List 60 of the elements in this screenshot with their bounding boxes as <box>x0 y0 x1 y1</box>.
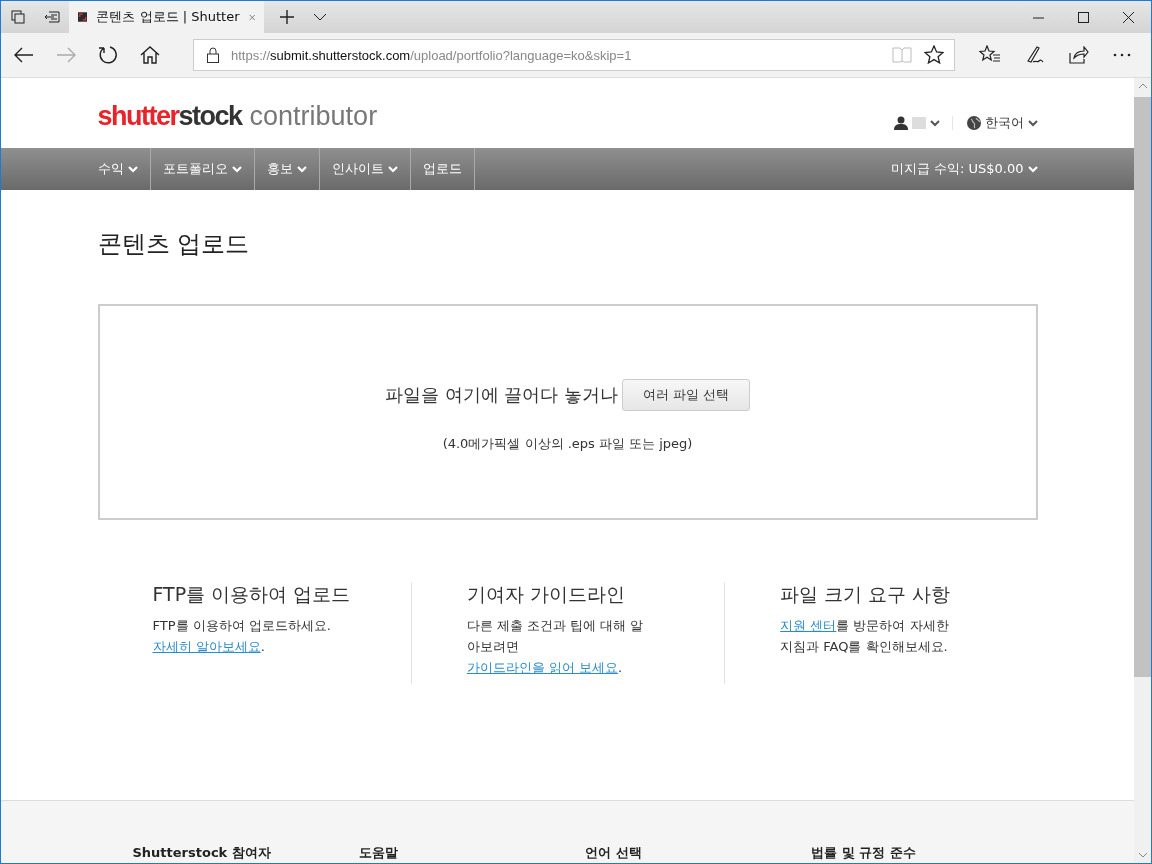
scroll-down-icon[interactable] <box>1137 852 1148 858</box>
site-favicon-icon <box>78 9 88 25</box>
info-title: 파일 크기 요구 사항 <box>780 582 952 607</box>
chevron-down-icon <box>231 165 242 173</box>
lock-icon <box>207 47 219 63</box>
nav-menu-item[interactable]: 인사이트 <box>319 148 411 190</box>
drop-prompt: 파일을 여기에 끌어다 놓거나 <box>384 383 618 407</box>
footer-heading: 도움말 <box>358 844 399 862</box>
user-icon <box>893 116 908 130</box>
chevron-down-icon <box>127 165 138 173</box>
nav-menu-item[interactable]: 수익 <box>97 148 151 190</box>
chevron-down-icon <box>1027 165 1038 173</box>
language-menu[interactable]: 한국어 <box>966 114 1038 132</box>
earnings-menu[interactable]: 미지급 수익: US$0.00 <box>890 160 1038 178</box>
globe-icon <box>966 116 981 130</box>
info-link[interactable]: 자세히 알아보세요 <box>152 639 261 654</box>
drop-zone[interactable]: 파일을 여기에 끌어다 놓거나 여러 파일 선택 (4.0메가픽셀 이상의 .eps 파일 또는 jpeg) <box>97 304 1038 520</box>
chevron-down-icon <box>929 119 940 127</box>
scrollbar-thumb[interactable] <box>1134 97 1151 677</box>
info-link[interactable]: 가이드라인을 읽어 보세요 <box>466 660 619 675</box>
back-arrow-icon[interactable] <box>14 47 34 63</box>
account-menu[interactable] <box>893 116 953 130</box>
select-files-button[interactable]: 여러 파일 선택 <box>621 379 751 411</box>
tab-manager-icon[interactable] <box>11 10 25 24</box>
chevron-down-icon <box>387 165 398 173</box>
info-text: FTP를 이용하여 업로드하세요. 자세히 알아보세요. <box>152 617 332 656</box>
nav-menu-item[interactable]: 업로드 <box>410 148 475 190</box>
share-icon[interactable] <box>1069 46 1089 64</box>
chevron-down-icon[interactable] <box>313 13 327 21</box>
logo-text[interactable]: shutterstock <box>97 100 242 132</box>
address-bar[interactable]: https://submit.shutterstock.com/upload/portfolio?language=ko&skip=1 <box>193 39 955 71</box>
scroll-up-icon[interactable] <box>1137 83 1148 89</box>
footer-heading: Shutterstock 참여자 <box>132 844 272 862</box>
footer-heading: 언어 선택 <box>585 844 643 862</box>
scrollbar[interactable] <box>1134 78 1151 863</box>
info-title: 기여자 가이드라인 <box>466 582 626 607</box>
info-text: 다른 제출 조건과 팁에 대해 알아보려면 가이드라인을 읽어 보세요. <box>466 617 645 677</box>
set-aside-tabs-icon[interactable] <box>44 11 60 23</box>
info-link[interactable]: 지원 센터 <box>780 618 837 633</box>
favorites-list-icon[interactable] <box>979 45 1001 65</box>
file-requirements-hint: (4.0메가픽셀 이상의 .eps 파일 또는 jpeg) <box>442 435 693 453</box>
chevron-down-icon <box>296 165 307 173</box>
nav-menu-item[interactable]: 포트폴리오 <box>150 148 255 190</box>
new-tab-icon[interactable] <box>280 10 294 24</box>
pen-icon[interactable] <box>1025 45 1045 65</box>
blurred-username <box>911 117 926 129</box>
browser-tab[interactable]: 콘텐츠 업로드 | Shutter <box>69 1 264 33</box>
chevron-down-icon <box>1027 119 1038 127</box>
nav-menu-item[interactable]: 홍보 <box>254 148 320 190</box>
info-title: FTP를 이용하여 업로드 <box>152 582 352 607</box>
refresh-icon[interactable] <box>98 45 118 65</box>
product-name: contributor <box>249 100 378 132</box>
star-icon[interactable] <box>924 45 944 65</box>
page-title: 콘텐츠 업로드 <box>97 229 251 260</box>
info-text: 지원 센터 를 방문하여 자세한 지침과 FAQ를 확인해보세요. <box>780 617 950 656</box>
home-icon[interactable] <box>140 46 160 64</box>
maximize-icon[interactable] <box>1078 11 1089 23</box>
more-icon[interactable] <box>1113 53 1131 57</box>
close-icon[interactable] <box>1123 11 1134 23</box>
footer-heading: 법률 및 규정 준수 <box>811 844 917 862</box>
